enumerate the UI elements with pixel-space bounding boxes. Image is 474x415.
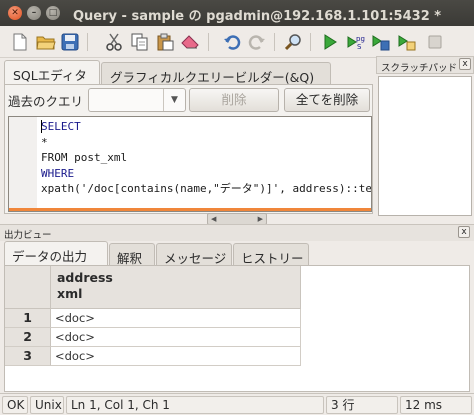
execute-pgscript-icon[interactable]: pg S [346, 32, 366, 52]
toolbar-separator [87, 33, 88, 51]
output-tabs: データの出力 解釈 メッセージ ヒストリー [4, 241, 470, 266]
new-file-icon[interactable] [10, 32, 30, 52]
table-cell[interactable]: <doc> [51, 347, 301, 366]
save-icon[interactable] [60, 32, 80, 52]
row-header[interactable]: 1 [5, 309, 51, 328]
cut-icon[interactable] [104, 32, 124, 52]
output-pane-close-icon[interactable]: x [458, 226, 470, 238]
table-cell[interactable]: <doc> [51, 328, 301, 347]
title-bar: ✕ – □ Query - sample の pgadmin@192.168.1… [0, 0, 474, 26]
tab-explain[interactable]: 解釈 [109, 243, 155, 266]
eraser-icon[interactable] [180, 32, 200, 52]
editor-gutter [9, 117, 37, 211]
status-row-count: 3 行 [326, 396, 398, 414]
table-cell[interactable]: <doc> [51, 309, 301, 328]
data-output-panel: address xml 1 <doc> 2 <doc> 3 <doc> [4, 265, 470, 392]
output-pane-title: 出力ビュー [4, 230, 52, 241]
paste-icon[interactable] [155, 32, 175, 52]
history-select[interactable]: ▼ [88, 88, 186, 112]
query-tabs: SQLエディタ グラフィカルクエリービルダー(&Q) [4, 60, 373, 85]
maximize-window-button[interactable]: □ [46, 6, 60, 20]
close-window-button[interactable]: ✕ [8, 6, 22, 20]
code-line: FROM post_xml [41, 151, 128, 164]
window-title: Query - sample の pgadmin@192.168.1.101:5… [73, 9, 442, 24]
execute-to-file-icon[interactable] [371, 32, 391, 52]
sql-editor[interactable]: SELECT * FROM post_xml WHERE xpath('/doc… [8, 116, 372, 212]
copy-icon[interactable] [130, 32, 150, 52]
tab-graphical-query-builder[interactable]: グラフィカルクエリービルダー(&Q) [101, 62, 331, 85]
chevron-down-icon[interactable]: ▼ [163, 89, 185, 111]
delete-button[interactable]: 削除 [189, 88, 279, 112]
history-label: 過去のクエリ [8, 94, 84, 109]
status-bar: OK Unix Ln 1, Col 1, Ch 1 3 行 12 ms [0, 393, 474, 415]
output-pane-header: 出力ビュー [0, 224, 474, 241]
svg-text:pg: pg [356, 35, 365, 43]
tab-history[interactable]: ヒストリー [233, 243, 309, 266]
tab-sql-editor[interactable]: SQLエディタ [4, 60, 100, 84]
column-type: xml [57, 286, 83, 301]
status-cursor-position: Ln 1, Col 1, Ch 1 [66, 396, 324, 414]
result-grid[interactable]: address xml 1 <doc> 2 <doc> 3 <doc> [5, 266, 469, 391]
tab-messages[interactable]: メッセージ [156, 243, 232, 266]
explain-icon[interactable] [397, 32, 417, 52]
editor-scroll-indicator [9, 208, 371, 211]
code-line: WHERE [41, 166, 75, 180]
status-line-ending: Unix [30, 396, 64, 414]
redo-icon[interactable] [247, 32, 267, 52]
code-line: * [41, 135, 48, 149]
toolbar: pg S [0, 26, 474, 58]
column-name: address [57, 270, 113, 285]
row-header[interactable]: 2 [5, 328, 51, 347]
toolbar-separator [310, 33, 311, 51]
toolbar-separator [208, 33, 209, 51]
code-line: xpath('/doc[contains(name,"データ")]', addr… [41, 182, 372, 195]
sql-code: SELECT * FROM post_xml WHERE xpath('/doc… [41, 119, 372, 197]
status-state: OK [2, 396, 28, 414]
column-header-address[interactable]: address xml [51, 266, 301, 309]
arrow-right-icon: ▶ [257, 215, 263, 223]
find-icon[interactable] [284, 32, 304, 52]
delete-all-button[interactable]: 全てを削除 [284, 88, 370, 112]
code-line: SELECT [41, 120, 81, 133]
scratch-pad-close-icon[interactable]: x [459, 58, 471, 70]
undo-icon[interactable] [222, 32, 242, 52]
scratch-pad: スクラッチパッド x [376, 56, 474, 216]
grid-corner[interactable] [5, 266, 51, 309]
scratch-pad-title: スクラッチパッド [381, 63, 458, 74]
toolbar-separator [274, 33, 275, 51]
execute-icon[interactable] [320, 32, 340, 52]
sql-editor-panel: 過去のクエリ ▼ 削除 全てを削除 SELECT * FROM post_xml… [4, 84, 373, 214]
row-header[interactable]: 3 [5, 347, 51, 366]
text-cursor [41, 120, 42, 133]
tab-data-output[interactable]: データの出力 [4, 241, 108, 265]
scratch-pad-textarea[interactable] [378, 76, 472, 216]
minimize-window-button[interactable]: – [27, 6, 41, 20]
svg-text:S: S [357, 43, 362, 51]
arrow-left-icon: ◀ [211, 215, 217, 223]
open-folder-icon[interactable] [36, 32, 56, 52]
status-exec-time: 12 ms [400, 396, 472, 414]
stop-icon[interactable] [425, 32, 445, 52]
